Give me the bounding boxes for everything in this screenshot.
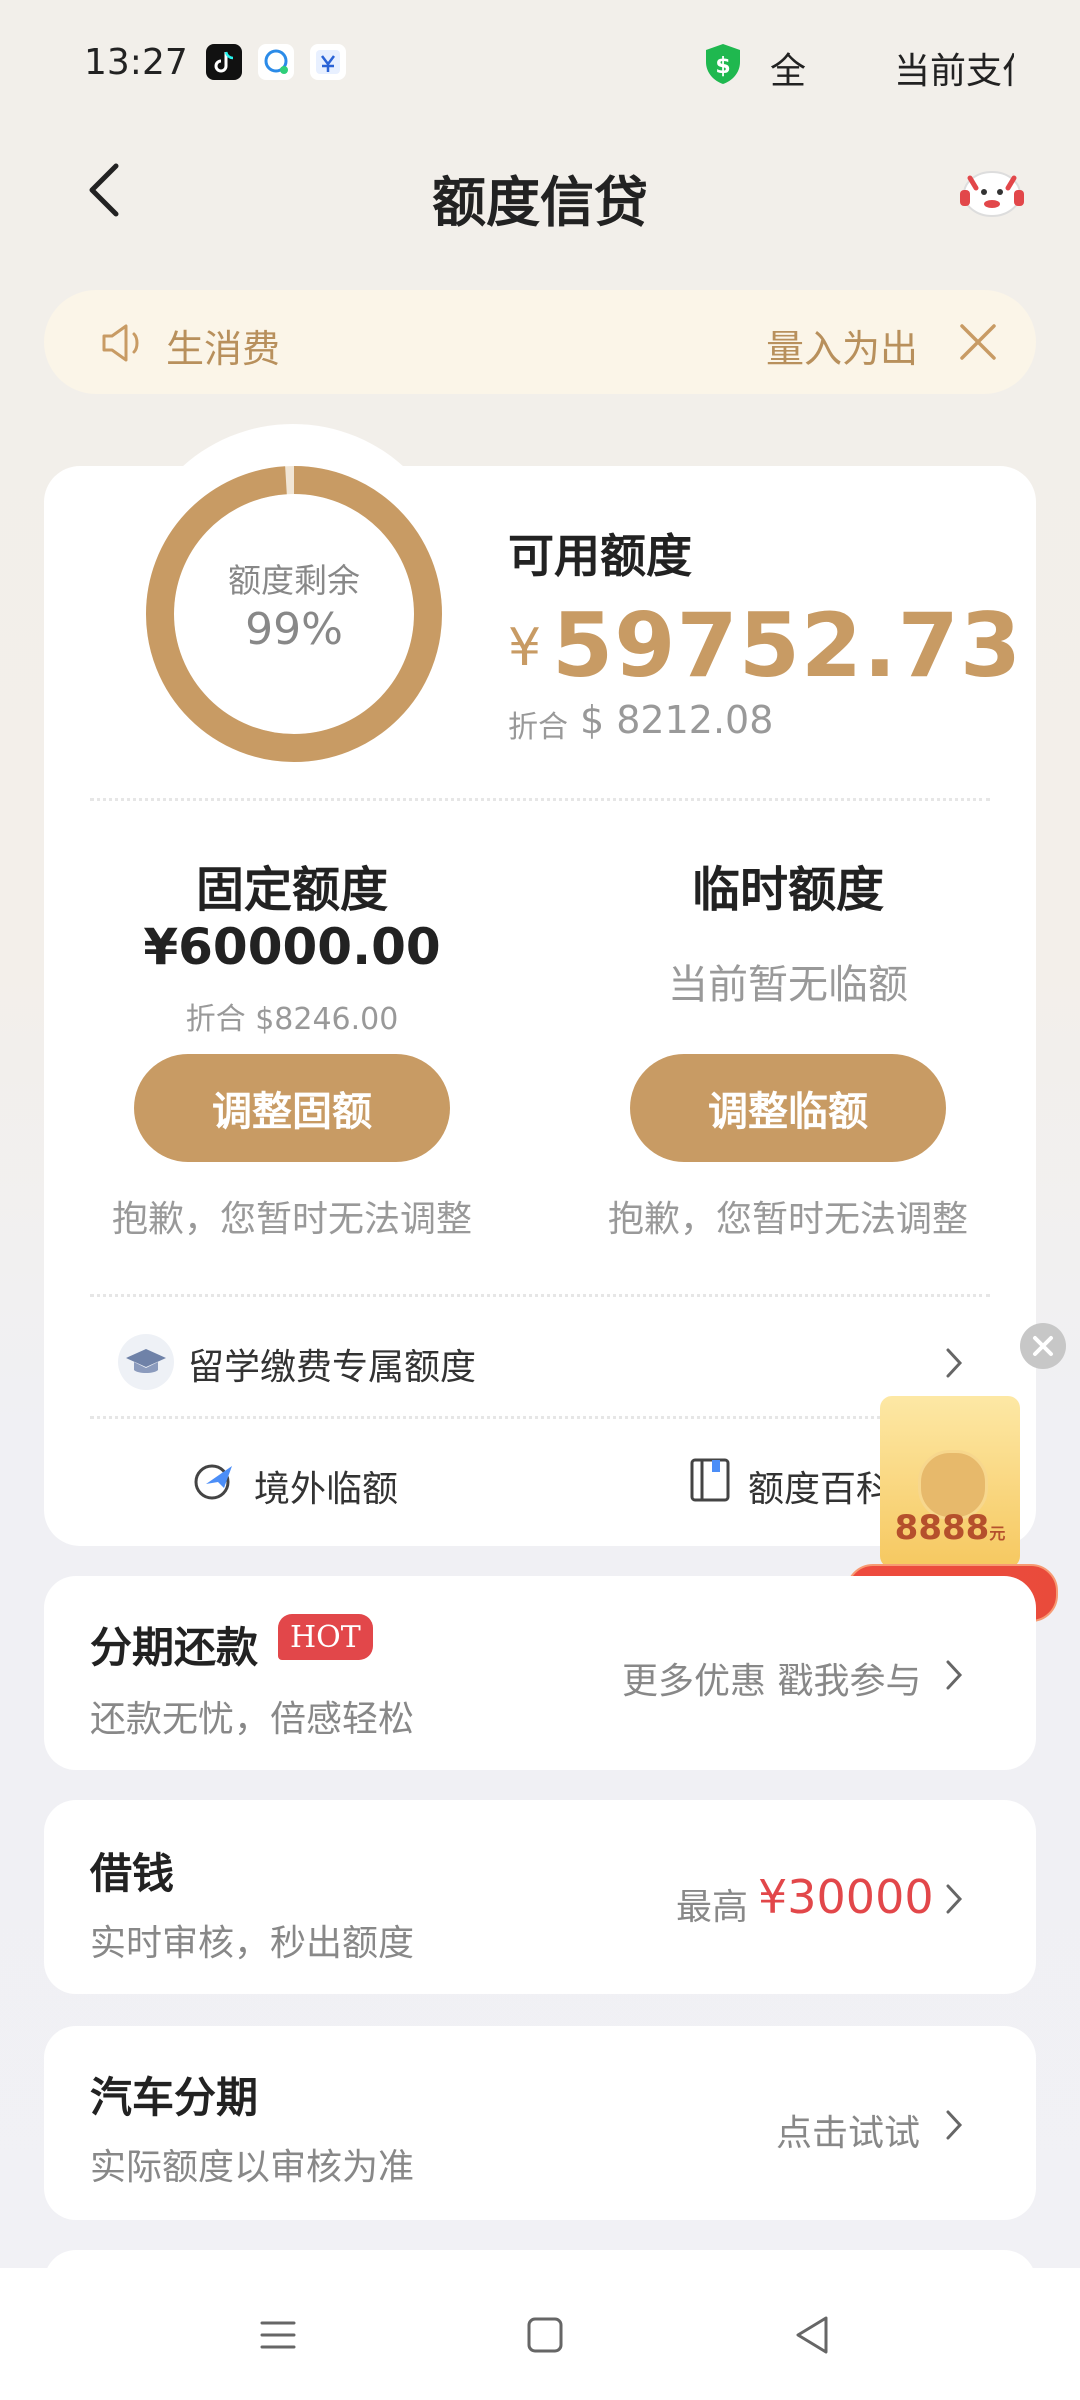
ring-percent: 99% xyxy=(245,604,343,655)
available-label: 可用额度 xyxy=(508,529,692,583)
car-installment-subtitle: 实际额度以审核为准 xyxy=(90,2147,415,2188)
temp-adjust-note: 抱歉，您暂时无法调整 xyxy=(607,1199,968,1240)
study-abroad-label: 留学缴费专属额度 xyxy=(188,1347,477,1388)
tiktok-icon xyxy=(206,44,242,80)
payment-status-text: 当前支付 xyxy=(894,51,1014,92)
divider xyxy=(90,1294,990,1297)
float-close-icon[interactable] xyxy=(1020,1323,1066,1369)
temp-quota-status: 当前暂无临额 xyxy=(668,962,908,1008)
quota-encyclopedia-link[interactable]: 额度百科 xyxy=(748,1460,892,1512)
security-shield-icon: $ xyxy=(702,42,744,86)
approx-usd-amount: $ 8212.08 xyxy=(580,698,774,742)
notice-bar[interactable]: 生消费 量入为出 xyxy=(44,290,1036,394)
security-status-text: 全 xyxy=(770,51,807,92)
chevron-right-icon xyxy=(944,1656,966,1694)
divider xyxy=(90,1416,990,1419)
notice-text-right: 量入为出 xyxy=(766,327,919,371)
adjust-fixed-button[interactable]: 调整固额 xyxy=(134,1054,450,1162)
book-icon[interactable] xyxy=(688,1456,732,1504)
fixed-quota-title: 固定额度 xyxy=(195,862,388,918)
ring-label: 额度剩余 xyxy=(228,561,360,600)
chevron-right-icon xyxy=(944,1880,966,1918)
menu-icon[interactable] xyxy=(258,2318,298,2352)
divider xyxy=(90,798,990,801)
fixed-adjust-note: 抱歉，您暂时无法调整 xyxy=(111,1199,472,1240)
borrow-max-amount: ¥30000 xyxy=(758,1870,934,1924)
car-installment-title: 汽车分期 xyxy=(90,2073,259,2122)
borrow-max-label: 最高 xyxy=(676,1887,749,1928)
notice-text-left: 生消费 xyxy=(166,327,281,371)
hot-badge: HOT xyxy=(278,1614,373,1660)
temp-quota-title: 临时额度 xyxy=(691,862,884,918)
svg-text:$: $ xyxy=(715,54,730,79)
home-icon[interactable] xyxy=(526,2316,564,2354)
installment-title: 分期还款 xyxy=(90,1623,259,1672)
chevron-right-icon xyxy=(944,1344,966,1382)
currency-symbol: ¥ xyxy=(508,618,542,678)
page-title: 额度信贷 xyxy=(432,171,648,234)
approx-label: 折合 xyxy=(508,710,568,745)
borrow-subtitle: 实时审核，秒出额度 xyxy=(90,1923,415,1964)
fixed-quota-approx: 折合 $8246.00 xyxy=(185,1002,399,1037)
nav-back-icon[interactable] xyxy=(794,2314,830,2356)
status-time: 13:27 xyxy=(84,42,188,83)
fixed-quota-amount: ¥60000.00 xyxy=(143,918,441,976)
available-amount: 59752.73 xyxy=(552,594,1023,697)
graduation-cap-icon xyxy=(118,1334,174,1390)
car-installment-try-text: 点击试试 xyxy=(776,2113,921,2154)
overseas-quota-link[interactable]: 境外临额 xyxy=(254,1460,398,1512)
installment-subtitle: 还款无忧，倍感轻松 xyxy=(90,1699,415,1740)
chevron-right-icon xyxy=(944,2106,966,2144)
installment-promo-text: 更多优惠 戳我参与 xyxy=(622,1661,922,1702)
borrow-title: 借钱 xyxy=(90,1849,175,1898)
speaker-icon xyxy=(98,320,148,366)
wallet-app-icon xyxy=(310,44,346,80)
chat-bubble-icon xyxy=(258,44,294,80)
promo-amount: 8888元 xyxy=(894,1508,1006,1548)
close-icon[interactable] xyxy=(956,320,1000,364)
mascot-icon[interactable] xyxy=(956,160,1028,220)
adjust-temp-button[interactable]: 调整临额 xyxy=(630,1054,946,1162)
plane-globe-icon[interactable] xyxy=(190,1456,238,1504)
